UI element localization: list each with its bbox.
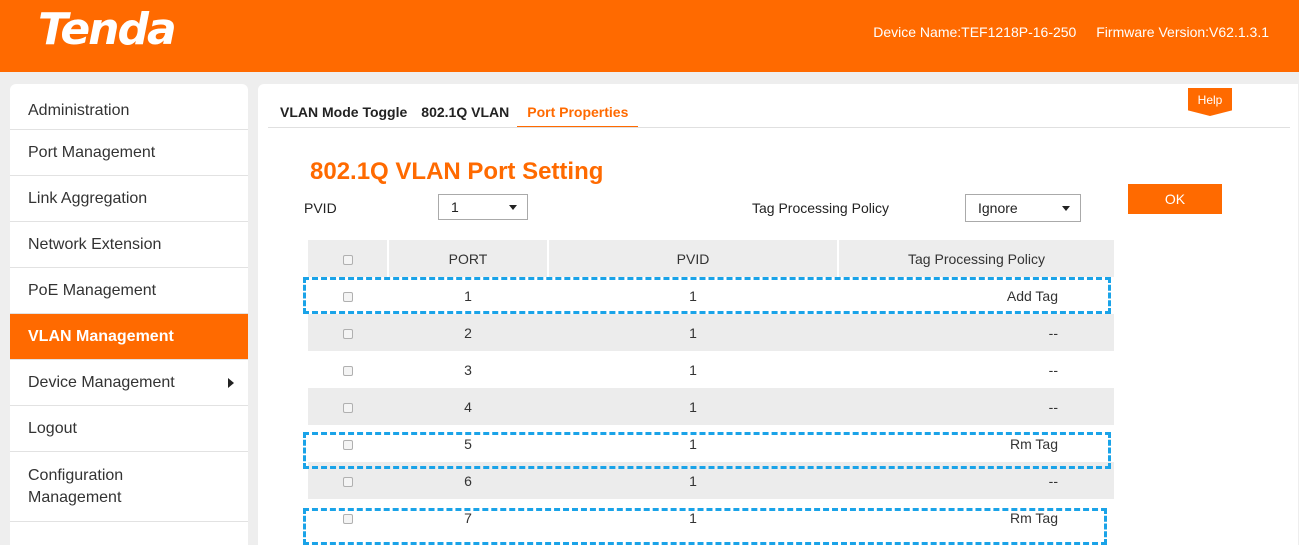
pvid-cell: 1: [689, 361, 697, 378]
row-checkbox[interactable]: [343, 328, 353, 339]
policy-cell: --: [1048, 398, 1058, 415]
pvid-cell: 1: [689, 287, 697, 304]
firmware-version: Firmware Version:V62.1.3.1: [1096, 24, 1269, 40]
page-title: 802.1Q VLAN Port Setting: [310, 158, 604, 185]
tab-8021q-vlan[interactable]: 802.1Q VLAN: [421, 104, 509, 128]
tab-port-properties[interactable]: Port Properties: [517, 104, 639, 128]
row-checkbox-cell: [308, 499, 388, 536]
port-cell: 5: [464, 435, 472, 452]
policy-cell: --: [1048, 324, 1058, 341]
sidebar-item-link-aggregation[interactable]: Link Aggregation: [10, 176, 248, 222]
triangle-right-icon: [228, 377, 234, 388]
pvid-cell: 1: [689, 509, 697, 526]
port-cell: 1: [464, 287, 472, 304]
policy-column-header: Tag Processing Policy: [838, 240, 1114, 277]
row-checkbox[interactable]: [343, 291, 353, 302]
header-bar: Tenda Device Name:TEF1218P-16-250 Firmwa…: [0, 0, 1299, 72]
chevron-down-icon: [1062, 206, 1070, 211]
sidebar-item-label: VLAN Management: [28, 327, 174, 345]
row-checkbox-cell: [308, 462, 388, 499]
policy-cell: --: [1048, 361, 1058, 378]
main-panel: VLAN Mode Toggle 802.1Q VLAN Port Proper…: [258, 84, 1298, 545]
pvid-cell: 1: [689, 435, 697, 452]
sidebar-item-label: PoE Management: [28, 281, 157, 299]
port-cell: 7: [464, 509, 472, 526]
policy-cell: Rm Tag: [1010, 509, 1058, 526]
sidebar-nav: Administration Port Management Link Aggr…: [10, 84, 248, 545]
sidebar-item-label: Device Management: [28, 373, 175, 391]
port-column-header: PORT: [388, 240, 549, 277]
sidebar-item-logout[interactable]: Logout: [10, 406, 248, 452]
row-checkbox[interactable]: [343, 513, 353, 524]
row-checkbox-cell: [308, 388, 388, 425]
table-row[interactable]: 6 1 --: [308, 462, 1114, 499]
row-checkbox-cell: [308, 425, 388, 462]
device-info: Device Name:TEF1218P-16-250 Firmware Ver…: [857, 24, 1269, 40]
tab-vlan-mode-toggle[interactable]: VLAN Mode Toggle: [280, 104, 407, 128]
sidebar-item-poe-management[interactable]: PoE Management: [10, 268, 248, 314]
table-row[interactable]: 3 1 --: [308, 351, 1114, 388]
tag-policy-label: Tag Processing Policy: [752, 200, 889, 216]
policy-cell: --: [1048, 472, 1058, 489]
port-cell: 4: [464, 398, 472, 415]
row-checkbox[interactable]: [343, 439, 353, 450]
tab-bar: VLAN Mode Toggle 802.1Q VLAN Port Proper…: [280, 104, 652, 128]
sidebar-item-administration[interactable]: Administration: [10, 84, 248, 130]
table-row[interactable]: 5 1 Rm Tag: [308, 425, 1114, 462]
sidebar-item-label: Port Management: [28, 143, 156, 161]
sidebar-item-configuration-management[interactable]: Configuration Management: [10, 452, 248, 522]
help-button[interactable]: Help: [1188, 88, 1232, 116]
table-header-row: PORT PVID Tag Processing Policy: [308, 240, 1114, 277]
tab-divider: [268, 127, 1290, 128]
table-row[interactable]: 2 1 --: [308, 314, 1114, 351]
table-row[interactable]: 4 1 --: [308, 388, 1114, 425]
vlan-port-table: PORT PVID Tag Processing Policy 1 1 Add …: [308, 240, 1114, 536]
pvid-label: PVID: [304, 200, 337, 216]
pvid-select-value: 1: [451, 199, 459, 215]
select-all-header: [308, 240, 389, 277]
sidebar-item-device-management[interactable]: Device Management: [10, 360, 248, 406]
ok-button[interactable]: OK: [1128, 184, 1222, 214]
sidebar-item-port-management[interactable]: Port Management: [10, 130, 248, 176]
sidebar-item-vlan-management[interactable]: VLAN Management: [10, 314, 248, 360]
select-all-checkbox[interactable]: [342, 254, 353, 265]
port-cell: 3: [464, 361, 472, 378]
sidebar-item-label: Configuration Management: [28, 466, 124, 506]
table-row[interactable]: 1 1 Add Tag: [308, 277, 1114, 314]
pvid-column-header: PVID: [548, 240, 839, 277]
row-checkbox-cell: [308, 314, 388, 351]
tag-policy-select[interactable]: Ignore: [965, 194, 1081, 222]
policy-cell: Add Tag: [1006, 287, 1058, 304]
tag-policy-select-value: Ignore: [978, 200, 1018, 216]
policy-cell: Rm Tag: [1010, 435, 1058, 452]
row-checkbox-cell: [308, 351, 388, 388]
sidebar-item-label: Network Extension: [28, 235, 162, 253]
pvid-cell: 1: [689, 324, 697, 341]
table-row[interactable]: 7 1 Rm Tag: [308, 499, 1114, 536]
sidebar-item-label: Link Aggregation: [28, 189, 148, 207]
row-checkbox[interactable]: [343, 402, 353, 413]
tenda-logo: Tenda: [38, 4, 177, 55]
port-cell: 2: [464, 324, 472, 341]
row-checkbox-cell: [308, 277, 388, 314]
pvid-select[interactable]: 1: [438, 194, 528, 220]
sidebar-item-network-extension[interactable]: Network Extension: [10, 222, 248, 268]
sidebar-item-label: Logout: [28, 419, 77, 437]
sidebar-item-label: Administration: [28, 101, 130, 119]
pvid-cell: 1: [689, 398, 697, 415]
pvid-cell: 1: [689, 472, 697, 489]
row-checkbox[interactable]: [343, 365, 353, 376]
row-checkbox[interactable]: [343, 476, 353, 487]
device-name: Device Name:TEF1218P-16-250: [873, 24, 1077, 40]
chevron-down-icon: [509, 205, 517, 210]
port-cell: 6: [464, 472, 472, 489]
